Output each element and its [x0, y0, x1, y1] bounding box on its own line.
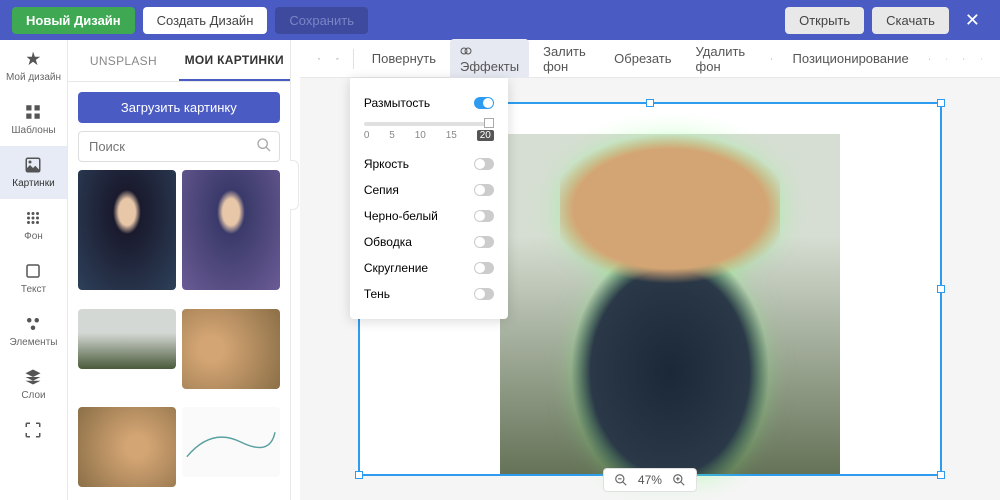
- effects-button[interactable]: Эффекты: [450, 39, 529, 79]
- open-button[interactable]: Открыть: [785, 7, 864, 34]
- effect-label: Размытость: [364, 96, 430, 110]
- create-design-button[interactable]: Создать Дизайн: [143, 7, 268, 34]
- expand-icon: [24, 421, 42, 439]
- zoom-control: 47%: [603, 468, 697, 492]
- zoom-out-icon[interactable]: [614, 473, 628, 487]
- top-bar: Новый Дизайн Создать Дизайн Сохранить От…: [0, 0, 1000, 40]
- side-panel: UNSPLASH МОИ КАРТИНКИ Загрузить картинку: [68, 40, 291, 500]
- stroke-toggle[interactable]: [474, 236, 494, 248]
- effect-label: Обводка: [364, 235, 412, 249]
- thumbnail[interactable]: [78, 309, 176, 369]
- sepia-toggle[interactable]: [474, 184, 494, 196]
- nav-fullscreen[interactable]: [0, 411, 67, 449]
- slider-ticks: 0 5 10 15 20: [364, 130, 494, 141]
- image-icon: [24, 156, 42, 174]
- thumbnail[interactable]: [182, 170, 280, 290]
- image-tabs: UNSPLASH МОИ КАРТИНКИ: [68, 40, 290, 82]
- text-icon: [24, 262, 42, 280]
- tab-unsplash[interactable]: UNSPLASH: [68, 40, 179, 81]
- zoom-value: 47%: [638, 473, 662, 487]
- rotate-button[interactable]: Повернуть: [362, 46, 446, 71]
- resize-handle[interactable]: [937, 471, 945, 479]
- tab-my-images[interactable]: МОИ КАРТИНКИ: [179, 40, 290, 81]
- bw-toggle[interactable]: [474, 210, 494, 222]
- effect-label: Тень: [364, 287, 390, 301]
- search-icon: [256, 137, 272, 158]
- canvas-viewport[interactable]: Размытость 0 5 10 15 20 Яркость Сепия Че…: [300, 78, 1000, 500]
- resize-handle[interactable]: [937, 99, 945, 107]
- nav-elements[interactable]: Элементы: [0, 305, 67, 358]
- resize-handle[interactable]: [937, 285, 945, 293]
- star-icon: [24, 50, 42, 68]
- blur-toggle[interactable]: [474, 97, 494, 109]
- download-button[interactable]: Скачать: [872, 7, 949, 34]
- panel-collapse-handle[interactable]: [290, 160, 299, 210]
- canvas-area: Повернуть Эффекты Залить фон Обрезать Уд…: [300, 40, 1000, 500]
- stack-icon: [765, 52, 778, 66]
- zoom-in-icon[interactable]: [672, 473, 686, 487]
- upload-image-button[interactable]: Загрузить картинку: [78, 92, 280, 123]
- templates-icon: [24, 103, 42, 121]
- nav-text[interactable]: Текст: [0, 252, 67, 305]
- undo-icon[interactable]: [312, 51, 327, 67]
- image-thumbnails: [68, 170, 290, 500]
- search-input[interactable]: [78, 131, 280, 162]
- new-design-button[interactable]: Новый Дизайн: [12, 7, 135, 34]
- nav-images[interactable]: Картинки: [0, 146, 67, 199]
- thumbnail[interactable]: [78, 170, 176, 290]
- remove-bg-button[interactable]: Удалить фон: [686, 39, 758, 79]
- nav-templates[interactable]: Шаблоны: [0, 93, 67, 146]
- slider-thumb[interactable]: [484, 118, 494, 128]
- effect-label: Сепия: [364, 183, 399, 197]
- effects-icon: [460, 45, 472, 57]
- brightness-toggle[interactable]: [474, 158, 494, 170]
- effect-label: Яркость: [364, 157, 409, 171]
- portrait-layer: [560, 134, 780, 474]
- effects-panel: Размытость 0 5 10 15 20 Яркость Сепия Че…: [350, 78, 508, 319]
- grid-icon: [24, 209, 42, 227]
- save-button: Сохранить: [275, 7, 368, 34]
- blur-slider[interactable]: [364, 122, 494, 126]
- elements-icon: [24, 315, 42, 333]
- shadow-toggle[interactable]: [474, 288, 494, 300]
- resize-handle[interactable]: [355, 471, 363, 479]
- droplet-icon[interactable]: [923, 52, 936, 66]
- redo-icon[interactable]: [330, 51, 345, 67]
- effect-label: Скругление: [364, 261, 428, 275]
- close-icon[interactable]: ✕: [957, 10, 988, 31]
- nav-background[interactable]: Фон: [0, 199, 67, 252]
- nav-my-design[interactable]: Мой дизайн: [0, 40, 67, 93]
- thumbnail[interactable]: [182, 407, 280, 477]
- trash-icon[interactable]: [975, 52, 988, 66]
- composite-image[interactable]: [500, 134, 840, 474]
- effect-label: Черно-белый: [364, 209, 438, 223]
- copy-icon[interactable]: [957, 52, 970, 66]
- fill-bg-button[interactable]: Залить фон: [533, 39, 600, 79]
- nav-layers[interactable]: Слои: [0, 358, 67, 411]
- rounding-toggle[interactable]: [474, 262, 494, 274]
- unlock-icon[interactable]: [940, 52, 953, 66]
- crop-button[interactable]: Обрезать: [604, 46, 681, 71]
- context-toolbar: Повернуть Эффекты Залить фон Обрезать Уд…: [300, 40, 1000, 78]
- left-nav: Мой дизайн Шаблоны Картинки Фон Текст Эл…: [0, 40, 68, 500]
- positioning-button[interactable]: Позиционирование: [783, 46, 919, 71]
- layers-icon: [24, 368, 42, 386]
- thumbnail[interactable]: [182, 309, 280, 389]
- resize-handle[interactable]: [646, 99, 654, 107]
- thumbnail[interactable]: [78, 407, 176, 487]
